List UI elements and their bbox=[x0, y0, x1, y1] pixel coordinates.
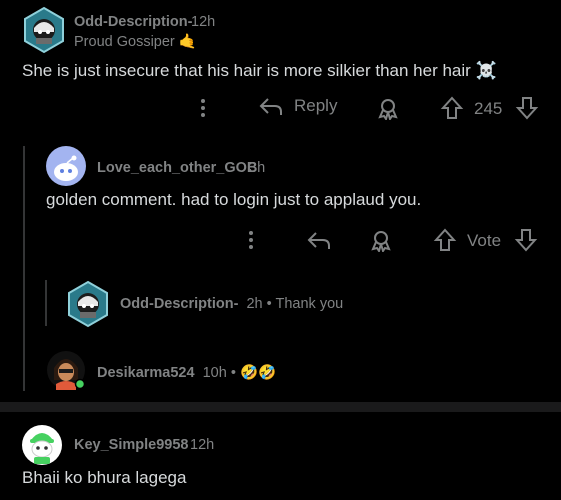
thread-line-nested[interactable] bbox=[45, 280, 47, 326]
collapsed-comment[interactable]: Odd-Description- 2h • Thank you bbox=[120, 296, 343, 312]
comment-time: 10h bbox=[202, 365, 227, 381]
downvote-icon[interactable] bbox=[514, 227, 538, 253]
award-icon[interactable] bbox=[376, 96, 400, 120]
comment-body: She is just insecure that his hair is mo… bbox=[22, 61, 497, 80]
comment-time: 2h bbox=[246, 296, 263, 312]
separator-dot: • bbox=[266, 296, 272, 312]
score: 245 bbox=[474, 99, 503, 118]
user-flair: Proud Gossiper 🤙 bbox=[74, 34, 197, 50]
reply-button[interactable]: Reply bbox=[258, 94, 337, 118]
thread-separator bbox=[0, 402, 561, 412]
vote-label: Vote bbox=[467, 231, 502, 250]
avatar-odd-description[interactable] bbox=[66, 280, 110, 328]
collapsed-comment[interactable]: Desikarma524 10h • 🤣🤣 bbox=[97, 364, 276, 381]
upvote-icon[interactable] bbox=[433, 227, 457, 253]
comment-time: 3h bbox=[249, 160, 266, 176]
upvote-icon[interactable] bbox=[440, 95, 464, 121]
comment-username[interactable]: Odd-Description- bbox=[120, 296, 238, 312]
comment-preview: Thank you bbox=[275, 296, 344, 312]
thread-line[interactable] bbox=[23, 146, 25, 391]
comment-body: golden comment. had to login just to app… bbox=[46, 190, 422, 209]
avatar-key-simple[interactable] bbox=[22, 424, 62, 466]
more-icon[interactable] bbox=[244, 228, 258, 252]
reply-icon bbox=[258, 94, 284, 118]
downvote-icon[interactable] bbox=[515, 95, 539, 121]
comment-username[interactable]: Desikarma524 bbox=[97, 365, 195, 381]
reply-label: Reply bbox=[294, 96, 338, 115]
avatar-odd-description[interactable] bbox=[22, 6, 66, 54]
comment-username[interactable]: Key_Simple9958 bbox=[74, 437, 188, 453]
award-icon[interactable] bbox=[369, 228, 393, 252]
more-icon[interactable] bbox=[196, 96, 210, 120]
avatar-desikarma[interactable] bbox=[46, 350, 86, 392]
reply-icon[interactable] bbox=[306, 228, 332, 252]
comment-username[interactable]: Love_each_other_GOB bbox=[97, 160, 257, 176]
comment-time: 12h bbox=[190, 437, 215, 453]
comment-time: 12h bbox=[191, 14, 216, 30]
separator-dot: • bbox=[230, 365, 236, 381]
avatar-love-each-other[interactable] bbox=[46, 146, 86, 186]
comment-username[interactable]: Odd-Description- bbox=[74, 14, 192, 30]
comment-body: Bhaii ko bhura lagega bbox=[22, 468, 187, 487]
comment-preview: 🤣🤣 bbox=[239, 365, 277, 381]
